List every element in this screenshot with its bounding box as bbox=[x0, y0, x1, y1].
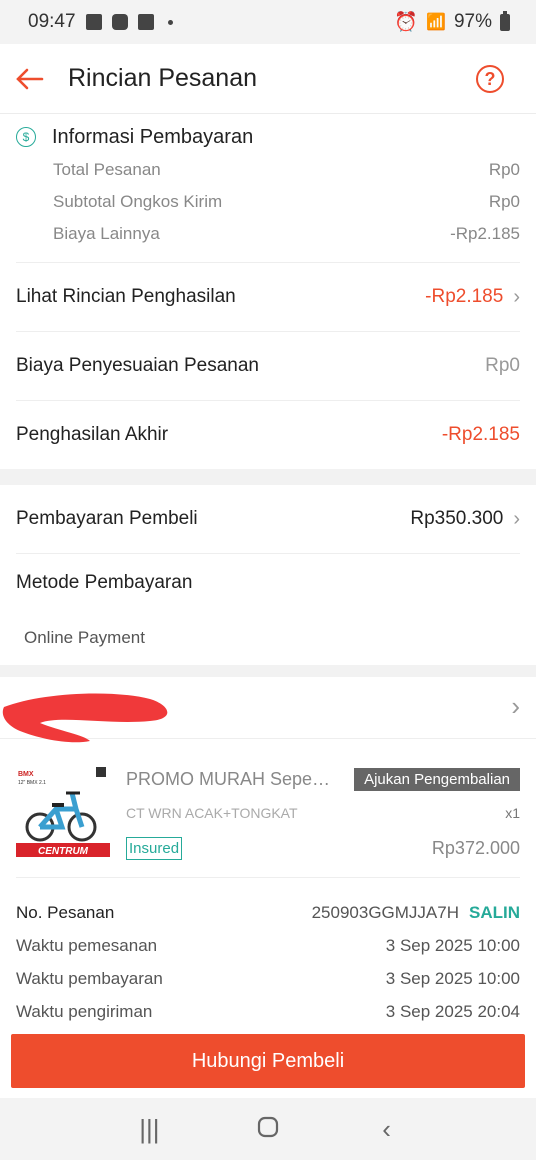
request-return-button[interactable]: Ajukan Pengembalian bbox=[354, 767, 520, 791]
product-name: PROMO MURAH Sepeda ... bbox=[126, 768, 338, 789]
order-time-row: Waktu pemesanan 3 Sep 2025 10:00 bbox=[16, 929, 520, 962]
product-thumbnail[interactable]: BMX 12" BMX 2.1 CENTRUM bbox=[16, 765, 110, 861]
help-icon[interactable]: ? bbox=[476, 65, 504, 93]
payment-info-section: $ Informasi Pembayaran Total Pesanan Rp0… bbox=[0, 114, 536, 250]
insured-badge: Insured bbox=[126, 837, 183, 860]
app-header: Rincian Pesanan ? bbox=[0, 44, 536, 114]
payment-time-label: Waktu pembayaran bbox=[16, 968, 163, 988]
payment-row-label: Total Pesanan bbox=[53, 160, 161, 179]
page-title: Rincian Pesanan bbox=[68, 64, 258, 92]
product-quantity: x1 bbox=[505, 805, 520, 821]
shopping-bag-icon bbox=[111, 14, 128, 30]
buyer-payment-row[interactable]: Pembayaran Pembeli Rp350.300 › bbox=[16, 485, 520, 553]
payment-info-title: Informasi Pembayaran bbox=[52, 125, 254, 148]
adjustment-fee-label: Biaya Penyesuaian Pesanan bbox=[16, 355, 259, 376]
buyer-name-row[interactable]: › bbox=[0, 677, 536, 743]
copy-order-number-button[interactable]: SALIN bbox=[469, 903, 520, 923]
payment-time-row: Waktu pembayaran 3 Sep 2025 10:00 bbox=[16, 962, 520, 995]
payment-method-title: Metode Pembayaran bbox=[16, 553, 520, 611]
status-bar: 09:47 ⏰ 📶 97% bbox=[0, 0, 536, 44]
order-time-label: Waktu pemesanan bbox=[16, 935, 158, 955]
final-earnings-row: Penghasilan Akhir -Rp2.185 bbox=[16, 400, 520, 469]
order-number-row: No. Pesanan 250903GGMJJA7H SALIN bbox=[16, 896, 520, 929]
chevron-right-icon: › bbox=[513, 285, 520, 308]
chevron-right-icon: › bbox=[511, 691, 520, 721]
redaction-scribble bbox=[2, 693, 168, 743]
earnings-detail-label: Lihat Rincian Penghasilan bbox=[16, 286, 236, 307]
payment-row-shipping: Subtotal Ongkos Kirim Rp0 bbox=[16, 186, 520, 218]
battery-icon bbox=[500, 10, 510, 31]
payment-row-value: Rp0 bbox=[488, 160, 520, 179]
contact-buyer-button[interactable]: Hubungi Pembeli bbox=[11, 1034, 525, 1088]
final-earnings-value: -Rp2.185 bbox=[441, 424, 520, 445]
wifi-icon: 📶 bbox=[426, 14, 446, 31]
back-nav-icon[interactable]: ‹ bbox=[367, 1114, 407, 1145]
order-detail-content: $ Informasi Pembayaran Total Pesanan Rp0… bbox=[0, 114, 536, 1034]
adjustment-fee-value: Rp0 bbox=[485, 355, 520, 376]
final-earnings-label: Penghasilan Akhir bbox=[16, 424, 169, 445]
shipping-time-row: Waktu pengiriman 3 Sep 2025 20:04 bbox=[16, 995, 520, 1028]
folder-icon bbox=[137, 14, 154, 30]
alarm-icon: ⏰ bbox=[394, 12, 419, 33]
payment-row-label: Biaya Lainnya bbox=[53, 224, 160, 243]
earnings-detail-row[interactable]: Lihat Rincian Penghasilan -Rp2.185 › bbox=[16, 262, 520, 331]
payment-time-value: 3 Sep 2025 10:00 bbox=[385, 968, 520, 988]
payment-row-total: Total Pesanan Rp0 bbox=[16, 154, 520, 186]
svg-text:BMX: BMX bbox=[18, 771, 34, 778]
payment-row-other-fees: Biaya Lainnya -Rp2.185 bbox=[16, 218, 520, 250]
earnings-detail-value: -Rp2.185 bbox=[425, 286, 504, 307]
section-divider bbox=[0, 469, 536, 485]
product-item[interactable]: BMX 12" BMX 2.1 CENTRUM PROMO MURAH Sepe… bbox=[0, 739, 536, 861]
buyer-payment-label: Pembayaran Pembeli bbox=[16, 508, 198, 529]
chevron-right-icon: › bbox=[513, 507, 520, 530]
section-divider bbox=[0, 665, 536, 677]
back-arrow-icon[interactable] bbox=[0, 44, 60, 114]
gallery-icon bbox=[85, 14, 102, 30]
notification-dot-icon bbox=[167, 19, 173, 25]
order-number-label: No. Pesanan bbox=[16, 902, 115, 922]
battery-level: 97% bbox=[453, 11, 492, 32]
status-time: 09:47 bbox=[28, 11, 76, 32]
shipping-time-value: 3 Sep 2025 20:04 bbox=[385, 1001, 520, 1021]
buyer-payment-value: Rp350.300 bbox=[410, 508, 504, 529]
payment-method-value: Online Payment bbox=[24, 628, 145, 647]
order-info-section: No. Pesanan 250903GGMJJA7H SALIN Waktu p… bbox=[16, 877, 520, 1028]
product-variant: CT WRN ACAK+TONGKAT bbox=[126, 805, 298, 821]
product-price: Rp372.000 bbox=[431, 838, 520, 858]
payment-row-value: -Rp2.185 bbox=[450, 224, 520, 243]
adjustment-fee-row: Biaya Penyesuaian Pesanan Rp0 bbox=[16, 331, 520, 400]
thumb-size-text: 12" BMX 2.1 bbox=[18, 780, 46, 786]
recent-apps-icon[interactable]: ||| bbox=[129, 1114, 169, 1145]
order-time-value: 3 Sep 2025 10:00 bbox=[385, 935, 520, 955]
payment-row-label: Subtotal Ongkos Kirim bbox=[53, 192, 223, 211]
payment-row-value: Rp0 bbox=[488, 192, 520, 211]
shipping-time-label: Waktu pengiriman bbox=[16, 1001, 153, 1021]
home-icon[interactable] bbox=[248, 1114, 288, 1145]
system-nav-bar: ||| ‹ bbox=[0, 1098, 536, 1160]
order-number-value: 250903GGMJJA7H bbox=[311, 902, 459, 922]
thumb-brand-text: CENTRUM bbox=[38, 846, 89, 857]
dollar-icon: $ bbox=[16, 127, 36, 147]
